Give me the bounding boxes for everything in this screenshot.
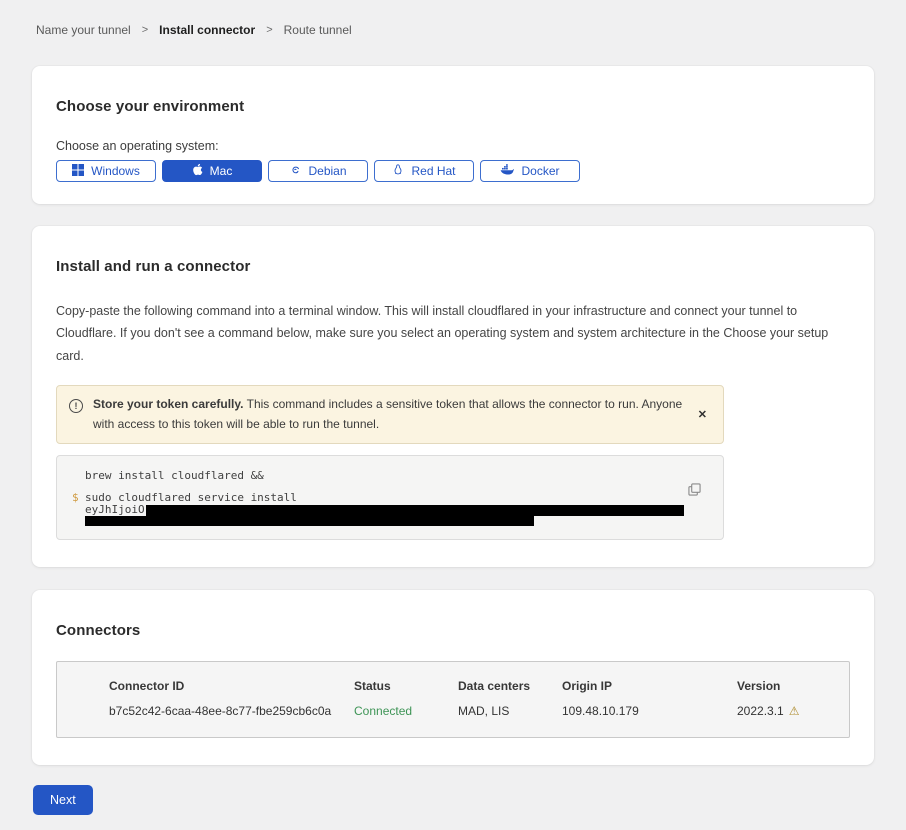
header-connector-id: Connector ID — [109, 679, 354, 693]
apple-icon — [192, 163, 203, 179]
close-icon[interactable]: ✕ — [696, 404, 709, 425]
breadcrumb-separator: > — [142, 24, 148, 36]
header-status: Status — [354, 679, 458, 693]
code-line-4 — [72, 516, 708, 526]
breadcrumb-step-install-connector[interactable]: Install connector — [159, 23, 255, 37]
alert-circle-icon — [69, 399, 83, 413]
header-version: Version — [737, 679, 849, 693]
version-warning-icon — [789, 704, 800, 718]
table-row: b7c52c42-6caa-48ee-8c77-fbe259cb6c0a Con… — [57, 704, 849, 718]
os-button-windows[interactable]: Windows — [56, 160, 156, 182]
os-button-docker[interactable]: Docker — [480, 160, 580, 182]
connectors-card: Connectors Connector ID Status Data cent… — [32, 590, 874, 765]
cell-version: 2022.3.1 — [737, 704, 849, 718]
breadcrumb-separator: > — [266, 24, 272, 36]
os-button-label: Docker — [521, 164, 559, 178]
cell-connector-id: b7c52c42-6caa-48ee-8c77-fbe259cb6c0a — [109, 704, 354, 718]
debian-icon — [289, 164, 301, 179]
install-command-codeblock: brew install cloudflared && $ sudo cloud… — [56, 455, 724, 540]
environment-card-title: Choose your environment — [56, 98, 850, 115]
code-line-1: brew install cloudflared && — [72, 470, 708, 482]
choose-environment-card: Choose your environment Choose an operat… — [32, 66, 874, 204]
install-card-title: Install and run a connector — [56, 258, 850, 275]
code-line-3: eyJhIjoiO — [72, 504, 708, 516]
copy-icon[interactable] — [686, 481, 703, 501]
os-button-label: Debian — [308, 164, 346, 178]
header-data-centers: Data centers — [458, 679, 562, 693]
docker-icon — [500, 164, 514, 178]
next-button[interactable]: Next — [33, 785, 93, 815]
os-button-label: Mac — [210, 164, 233, 178]
redacted-token-bar — [146, 505, 684, 516]
os-button-label: Windows — [91, 164, 140, 178]
header-origin-ip: Origin IP — [562, 679, 737, 693]
os-button-redhat[interactable]: Red Hat — [374, 160, 474, 182]
os-button-group: Windows Mac Debian Red Hat Docker — [56, 160, 850, 182]
warning-text-bold: Store your token carefully. — [93, 397, 244, 411]
token-prefix: eyJhIjoiO — [85, 504, 145, 516]
breadcrumb: Name your tunnel > Install connector > R… — [0, 0, 906, 37]
token-warning-banner: Store your token carefully. This command… — [56, 385, 724, 445]
os-button-mac[interactable]: Mac — [162, 160, 262, 182]
version-value: 2022.3.1 — [737, 704, 784, 718]
connectors-card-title: Connectors — [56, 622, 850, 639]
redhat-icon — [392, 163, 404, 179]
connectors-table: Connector ID Status Data centers Origin … — [56, 661, 850, 738]
cell-data-centers: MAD, LIS — [458, 704, 562, 718]
redacted-token-bar — [85, 516, 534, 526]
windows-icon — [72, 164, 84, 179]
code-brew-command: brew install cloudflared && — [85, 470, 264, 482]
os-button-label: Red Hat — [411, 164, 455, 178]
breadcrumb-step-name-your-tunnel[interactable]: Name your tunnel — [36, 23, 131, 37]
install-card-description: Copy-paste the following command into a … — [56, 300, 850, 367]
cell-origin-ip: 109.48.10.179 — [562, 704, 737, 718]
warning-text: Store your token carefully. This command… — [93, 395, 686, 435]
breadcrumb-step-route-tunnel[interactable]: Route tunnel — [284, 23, 352, 37]
status-badge: Connected — [354, 704, 458, 718]
table-header-row: Connector ID Status Data centers Origin … — [57, 679, 849, 693]
os-button-debian[interactable]: Debian — [268, 160, 368, 182]
install-connector-card: Install and run a connector Copy-paste t… — [32, 226, 874, 567]
shell-prompt: $ — [72, 492, 85, 504]
code-sudo-command: sudo cloudflared service install — [85, 492, 297, 504]
code-line-2: $ sudo cloudflared service install — [72, 492, 708, 504]
os-select-label: Choose an operating system: — [56, 139, 850, 153]
